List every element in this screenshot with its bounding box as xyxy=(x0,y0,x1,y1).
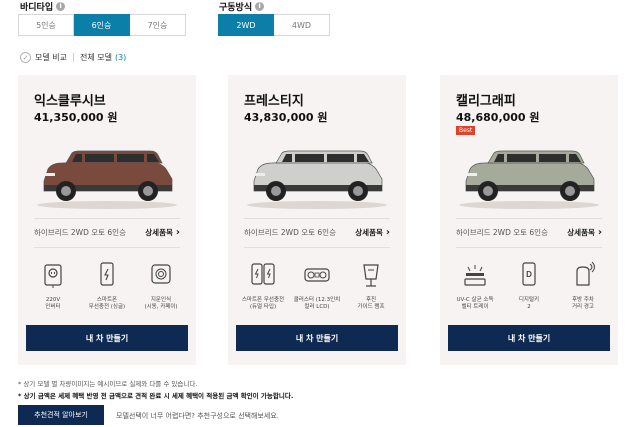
body-type-option-6[interactable]: 6인승 xyxy=(74,14,130,36)
feature-list: UV-C 살균 소독 벨티 트레이 D 디지털키 2 후방 주차 거리 경고 xyxy=(448,261,610,311)
check-circle-icon[interactable]: ✓ xyxy=(20,52,31,63)
feature-item: 스마트폰 무선충전 (듀얼 타입) xyxy=(238,261,288,311)
model-card-exclusive[interactable]: 익스클루시브 41,350,000 원 하이브리드 2WD 오토 6인승 상세품목 ›… xyxy=(18,75,196,365)
divider xyxy=(456,218,602,219)
trim-label: 하이브리드 2WD 오토 6인승 xyxy=(34,228,126,237)
model-card-prestige[interactable]: 프레스티지 43,830,000 원 하이브리드 2WD 오토 6인승 상세품목 › … xyxy=(228,75,406,365)
build-my-car-button[interactable]: 내 차 만들기 xyxy=(236,325,398,351)
trim-label: 하이브리드 2WD 오토 6인승 xyxy=(244,228,336,237)
model-price: 43,830,000 원 xyxy=(244,111,328,124)
drive-type-selector: 2WD 4WD xyxy=(218,14,330,36)
chevron-right-icon: › xyxy=(385,226,390,238)
feature-label: 디지털키 2 xyxy=(518,297,540,310)
feature-list: 스마트폰 무선충전 (듀얼 타입) 클러스터 (12.3인치 컬러 LCD) 후… xyxy=(236,261,398,311)
car-image xyxy=(242,145,392,211)
drive-type-option-4wd[interactable]: 4WD xyxy=(274,14,330,36)
build-my-car-button[interactable]: 내 차 만들기 xyxy=(448,325,610,351)
feature-label: 후방 주차 거리 경고 xyxy=(572,297,594,310)
feature-item: D 디지털키 2 xyxy=(504,261,554,311)
feature-list: 220V 인버터 스마트폰 무선충전 (싱글) 지문인식 (시동, 카페이) xyxy=(26,261,188,311)
car-image xyxy=(454,145,604,211)
chevron-right-icon: › xyxy=(597,226,602,238)
body-type-option-7[interactable]: 7인승 xyxy=(130,14,186,36)
info-icon[interactable]: i xyxy=(255,2,265,11)
price-note: * 상기 금액은 세제 혜택 반영 전 금액으로 견적 완료 시 세제 혜택이 … xyxy=(18,392,294,400)
svg-text:D: D xyxy=(526,270,532,279)
feature-label: 220V 인버터 xyxy=(45,297,61,310)
feature-item: UV-C 살균 소독 벨티 트레이 xyxy=(450,261,500,311)
best-badge: Best xyxy=(456,126,476,135)
compare-label[interactable]: 모델 비교 xyxy=(35,52,67,63)
model-price: 48,680,000 원 xyxy=(456,111,540,124)
chevron-right-icon: › xyxy=(175,226,180,238)
drive-type-option-2wd[interactable]: 2WD xyxy=(218,14,274,36)
trim-label: 하이브리드 2WD 오토 6인승 xyxy=(456,228,548,237)
car-image xyxy=(32,145,182,211)
recommend-button[interactable]: 추천견적 알아보기 xyxy=(18,405,104,425)
feature-label: 후진 가이드 램프 xyxy=(357,297,385,310)
image-note: * 상기 모델 별 차량이미지는 예시이므로 실제와 다를 수 있습니다. xyxy=(18,380,198,388)
compare-row: ✓ 모델 비교 전체 모델 (3) xyxy=(20,52,126,63)
detail-link[interactable]: 상세품목 › xyxy=(145,227,180,238)
phone-icon xyxy=(94,261,120,293)
divider xyxy=(34,247,180,248)
feature-label: 스마트폰 무선충전 (듀얼 타입) xyxy=(241,297,285,310)
divider xyxy=(244,218,390,219)
all-models-label[interactable]: 전체 모델 xyxy=(80,52,112,63)
feature-label: UV-C 살균 소독 벨티 트레이 xyxy=(456,297,494,310)
feature-label: 클러스터 (12.3인치 컬러 LCD) xyxy=(293,297,341,310)
cluster-icon xyxy=(304,261,330,293)
model-name: 프레스티지 xyxy=(244,94,304,109)
feature-item: 지문인식 (시동, 카페이) xyxy=(136,261,186,311)
uv-lamp-icon xyxy=(462,261,488,293)
divider xyxy=(456,247,602,248)
info-icon[interactable]: i xyxy=(56,2,66,11)
model-count: (3) xyxy=(114,53,127,62)
body-type-label: 바디타입 i xyxy=(20,0,66,13)
outlet-icon xyxy=(40,261,66,293)
feature-item: 스마트폰 무선충전 (싱글) xyxy=(82,261,132,311)
detail-link[interactable]: 상세품목 › xyxy=(567,227,602,238)
detail-link[interactable]: 상세품목 › xyxy=(355,227,390,238)
feature-label: 지문인식 (시동, 카페이) xyxy=(144,297,178,310)
model-card-calligraphy[interactable]: 캘리그래피 48,680,000 원 Best 하이브리드 2WD 오토 6인승 상세… xyxy=(440,75,618,365)
feature-item: 후방 주차 거리 경고 xyxy=(558,261,608,311)
fingerprint-icon xyxy=(148,261,174,293)
dual-phone-icon xyxy=(250,261,276,293)
tail-lamp-icon xyxy=(358,261,384,293)
divider xyxy=(72,53,74,62)
recommend-text: 모델선택이 너무 어렵다면? 추천구성으로 선택해보세요. xyxy=(116,412,279,420)
feature-label: 스마트폰 무선충전 (싱글) xyxy=(88,297,126,310)
feature-item: 후진 가이드 램프 xyxy=(346,261,396,311)
model-name: 익스클루시브 xyxy=(34,94,106,109)
feature-item: 클러스터 (12.3인치 컬러 LCD) xyxy=(292,261,342,311)
model-name: 캘리그래피 xyxy=(456,94,516,109)
build-my-car-button[interactable]: 내 차 만들기 xyxy=(26,325,188,351)
model-price: 41,350,000 원 xyxy=(34,111,118,124)
divider xyxy=(244,247,390,248)
divider xyxy=(34,218,180,219)
body-type-option-5[interactable]: 5인승 xyxy=(18,14,74,36)
digital-key-icon: D xyxy=(516,261,542,293)
body-type-selector: 5인승 6인승 7인승 xyxy=(18,14,186,36)
feature-item: 220V 인버터 xyxy=(28,261,78,311)
drive-type-label: 구동방식 i xyxy=(219,0,265,13)
rear-alert-icon xyxy=(570,261,596,293)
